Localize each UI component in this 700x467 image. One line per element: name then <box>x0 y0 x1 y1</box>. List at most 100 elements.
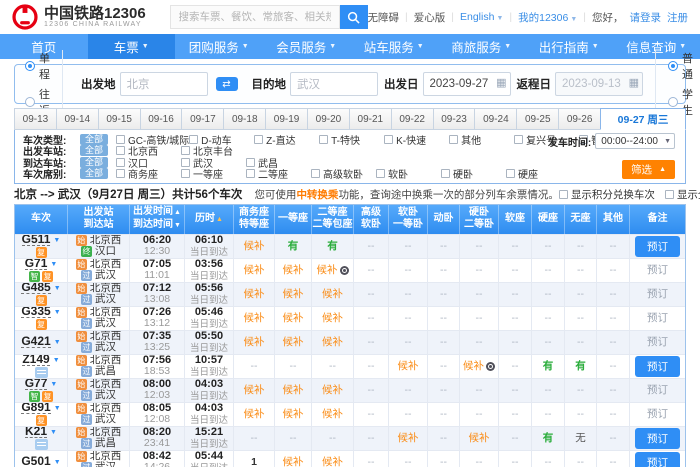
waitlist-link[interactable]: 候补 <box>322 313 343 324</box>
chevron-down-icon[interactable]: ▼ <box>54 283 61 294</box>
train-number-link[interactable]: G335 <box>21 307 50 319</box>
filter-option[interactable]: Z-直达 <box>254 132 319 147</box>
column-header[interactable]: 软座 <box>499 205 532 234</box>
date-tab[interactable]: 09-15 <box>98 108 140 130</box>
book-button[interactable]: 预订 <box>635 236 680 257</box>
date-tab[interactable]: 09-17 <box>181 108 223 130</box>
transfer-link[interactable]: 中转换乘 <box>296 189 338 201</box>
train-number-link[interactable]: G485 <box>21 283 50 295</box>
waitlist-link[interactable]: 候补 <box>283 265 304 276</box>
filter-option[interactable]: 商务座 <box>116 166 181 181</box>
top-link[interactable]: English▼ <box>460 11 503 23</box>
train-number-link[interactable]: Z149 <box>22 355 49 367</box>
column-header[interactable]: 备注 <box>630 205 685 234</box>
chevron-down-icon[interactable]: ▼ <box>50 379 57 390</box>
column-header[interactable]: 硬卧二等卧 <box>460 205 499 234</box>
book-button[interactable]: 预订 <box>635 428 680 449</box>
swap-stations-icon[interactable]: ⇄ <box>216 77 238 91</box>
search-input[interactable] <box>170 5 340 29</box>
waitlist-link[interactable]: 候补 <box>244 385 265 396</box>
filter-button[interactable]: 筛选 ▲ <box>622 160 675 179</box>
chevron-down-icon[interactable]: ▼ <box>53 235 60 246</box>
column-header[interactable]: 无座 <box>565 205 597 234</box>
book-button[interactable]: 预订 <box>635 356 680 377</box>
date-tab[interactable]: 09-19 <box>265 108 307 130</box>
to-station-input[interactable] <box>290 72 378 96</box>
train-number-link[interactable]: K21 <box>25 427 47 439</box>
waitlist-link[interactable]: 候补 <box>322 289 343 300</box>
chevron-down-icon[interactable]: ▼ <box>54 337 61 348</box>
train-number-link[interactable]: G77 <box>25 379 48 391</box>
column-header[interactable]: 商务座特等座 <box>234 205 275 234</box>
nav-item[interactable]: 车票▼ <box>88 34 176 59</box>
points-exchange-checkbox[interactable]: 显示积分兑换车次 <box>559 187 655 202</box>
waitlist-link[interactable]: 候补 <box>283 409 304 420</box>
book-button[interactable]: 预订 <box>635 452 680 467</box>
waitlist-link[interactable]: 候补 <box>244 241 265 252</box>
date-tab[interactable]: 09-16 <box>140 108 182 130</box>
date-tab[interactable]: 09-25 <box>516 108 558 130</box>
waitlist-link[interactable]: 候补 <box>283 385 304 396</box>
waitlist-link[interactable]: 候补 <box>398 433 419 444</box>
date-tab[interactable]: 09-22 <box>391 108 433 130</box>
waitlist-link[interactable]: 候补 <box>463 361 495 372</box>
waitlist-link[interactable]: 候补 <box>322 337 343 348</box>
filter-option[interactable]: 一等座 <box>181 166 246 181</box>
nav-item[interactable]: 会员服务▼ <box>263 34 351 59</box>
train-number-link[interactable]: G71 <box>25 259 48 271</box>
nav-item[interactable]: 团购服务▼ <box>175 34 263 59</box>
passenger-type-radio[interactable]: 普通 <box>668 50 693 82</box>
sort-icon[interactable]: ▲ <box>174 209 181 216</box>
search-button[interactable] <box>340 5 368 29</box>
date-tab[interactable]: 09-18 <box>223 108 265 130</box>
date-tab[interactable]: 09-13 <box>14 108 56 130</box>
top-link[interactable]: 我的12306▼ <box>518 10 577 25</box>
date-tab[interactable]: 09-24 <box>474 108 516 130</box>
filter-all-chip[interactable]: 全部 <box>80 157 108 168</box>
waitlist-link[interactable]: 候补 <box>244 265 265 276</box>
chevron-down-icon[interactable]: ▼ <box>54 457 61 467</box>
column-header[interactable]: 历时▲ <box>185 205 234 234</box>
date-tab[interactable]: 09-14 <box>56 108 98 130</box>
top-link[interactable]: 无障碍 <box>368 10 400 25</box>
trip-type-radio[interactable]: 单程 <box>25 50 50 82</box>
top-link[interactable]: 爱心版 <box>414 10 446 25</box>
filter-all-chip[interactable]: 全部 <box>80 145 108 156</box>
date-tab[interactable]: 09-23 <box>433 108 475 130</box>
nav-item[interactable]: 商旅服务▼ <box>438 34 526 59</box>
waitlist-link[interactable]: 候补 <box>244 313 265 324</box>
waitlist-link[interactable]: 候补 <box>283 289 304 300</box>
filter-option[interactable]: 高级软卧 <box>311 166 376 181</box>
sort-icon[interactable]: ▼ <box>174 222 181 229</box>
waitlist-link[interactable]: 候补 <box>469 433 490 444</box>
filter-option[interactable]: 二等座 <box>246 166 311 181</box>
from-station-input[interactable] <box>120 72 208 96</box>
train-number-link[interactable]: G501 <box>21 456 50 467</box>
chevron-down-icon[interactable]: ▼ <box>54 403 61 414</box>
train-number-link[interactable]: G891 <box>21 403 50 415</box>
train-number-link[interactable]: G421 <box>21 336 50 348</box>
date-tab[interactable]: 09-20 <box>307 108 349 130</box>
chevron-down-icon[interactable]: ▼ <box>50 427 57 438</box>
depart-time-select[interactable]: 00:00--24:00 ▼ <box>595 133 675 149</box>
date-tab-selected[interactable]: 09-27 周三 <box>600 108 686 130</box>
nav-item[interactable]: 站车服务▼ <box>350 34 438 59</box>
date-tab[interactable]: 09-21 <box>349 108 391 130</box>
calendar-icon[interactable]: ▦ <box>496 76 506 89</box>
waitlist-link[interactable]: 候补 <box>283 313 304 324</box>
waitlist-link[interactable]: 候补 <box>283 337 304 348</box>
waitlist-link[interactable]: 候补 <box>398 361 419 372</box>
waitlist-link[interactable]: 候补 <box>322 457 343 467</box>
column-header[interactable]: 硬座 <box>532 205 565 234</box>
sort-icon[interactable]: ▲ <box>216 216 223 223</box>
login-link[interactable]: 请登录 <box>630 10 662 25</box>
column-header[interactable]: 动卧 <box>428 205 460 234</box>
column-header[interactable]: 车次 <box>15 205 68 234</box>
nav-item[interactable]: 出行指南▼ <box>525 34 613 59</box>
filter-option[interactable]: 软卧 <box>376 166 441 181</box>
filter-all-chip[interactable]: 全部 <box>80 168 108 179</box>
waitlist-link[interactable]: 候补 <box>322 385 343 396</box>
column-header[interactable]: 软卧一等卧 <box>389 205 428 234</box>
filter-all-chip[interactable]: 全部 <box>80 134 108 145</box>
filter-option[interactable]: 硬座 <box>506 166 571 181</box>
